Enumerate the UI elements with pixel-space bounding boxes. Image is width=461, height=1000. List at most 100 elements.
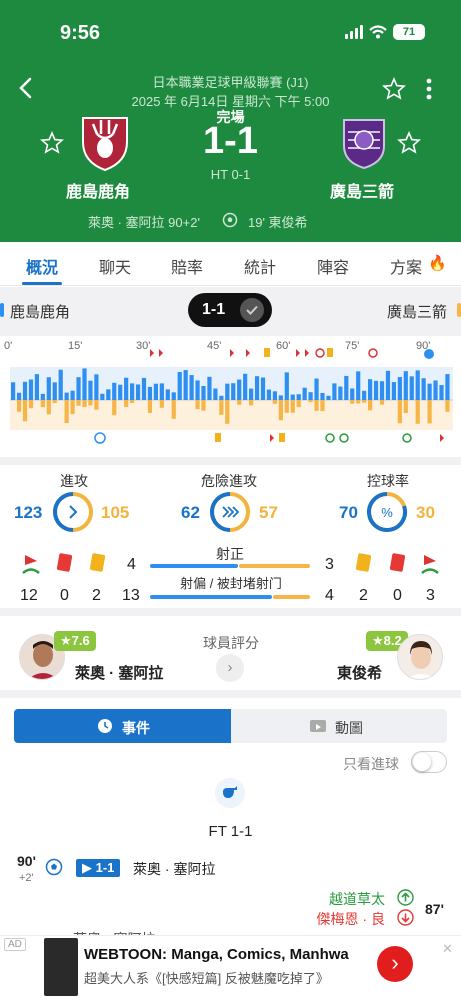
sub-out-player[interactable]: 傑梅恩 · 良	[317, 909, 385, 929]
home-player-name[interactable]: 萊奧 · 塞阿拉	[75, 662, 163, 683]
score-pill[interactable]: 1-1	[188, 293, 272, 327]
home-momentum-bar	[153, 383, 158, 400]
home-momentum-bar	[320, 392, 325, 400]
chevron-right-icon[interactable]: ›	[216, 654, 244, 682]
away-player-avatar[interactable]	[397, 634, 443, 680]
pill-score: 1-1	[202, 301, 226, 318]
home-momentum-bar	[272, 391, 277, 400]
away-momentum-bar	[171, 400, 176, 419]
home-momentum-bar	[219, 395, 224, 400]
favorite-away-star-icon[interactable]	[397, 131, 421, 155]
away-momentum-bar	[290, 400, 295, 413]
away-momentum-bar	[195, 400, 200, 410]
ad-banner[interactable]: AD WEBTOON: Manga, Comics, Manhwa 超美大人系《…	[0, 935, 461, 1000]
home-momentum-bar	[106, 389, 111, 400]
momentum-chart-area: 0' 15' 30' 45' 60' 75' 90'	[0, 336, 461, 457]
wifi-icon	[369, 25, 387, 39]
away-scorer: 19' 東俊希	[248, 215, 308, 230]
favorite-home-star-icon[interactable]	[40, 131, 64, 155]
home-momentum-bar	[52, 382, 57, 400]
events-tab[interactable]: 事件	[14, 709, 231, 743]
sub-in-player[interactable]: 越道草太	[329, 889, 385, 909]
away-team-name[interactable]: 廣島三箭	[330, 178, 394, 202]
off-target-home-bar	[150, 595, 272, 599]
home-momentum-bar	[147, 386, 153, 400]
away-event-markers	[150, 348, 434, 359]
tab-odds[interactable]: 賠率	[171, 254, 203, 278]
home-momentum-bar	[350, 388, 355, 400]
goal-minute: 90'	[17, 853, 36, 869]
ad-open-button[interactable]: ›	[377, 946, 413, 982]
corner-flag-icon	[421, 555, 439, 574]
ad-title[interactable]: WEBTOON: Manga, Comics, Manhwa	[84, 946, 349, 963]
tab-chat[interactable]: 聊天	[99, 254, 131, 278]
tab-lineup[interactable]: 陣容	[317, 254, 349, 278]
away-yellow-cards: 2	[359, 587, 368, 604]
home-red-cards: 0	[60, 587, 69, 604]
home-momentum-bar	[76, 377, 81, 400]
home-momentum-bar	[385, 370, 391, 400]
home-event-markers	[94, 432, 444, 444]
away-player-name[interactable]: 東俊希	[337, 662, 382, 683]
home-team-logo[interactable]	[75, 112, 135, 172]
home-momentum-bar	[254, 376, 260, 400]
home-momentum-bar	[22, 381, 28, 400]
only-goals-toggle[interactable]	[411, 751, 447, 773]
home-momentum-bar	[302, 387, 307, 400]
active-tab-indicator	[22, 282, 62, 285]
away-momentum-bar	[284, 400, 289, 413]
home-momentum-bar	[284, 372, 289, 400]
home-momentum-bar	[112, 382, 117, 400]
full-time-label: FT 1-1	[208, 823, 253, 840]
tab-stats[interactable]: 統計	[244, 254, 276, 278]
goal-scorer[interactable]: 萊奧 · 塞阿拉	[133, 859, 215, 879]
away-momentum-bar	[314, 400, 319, 411]
home-color-marker	[0, 303, 4, 317]
away-momentum-bar	[219, 400, 224, 415]
match-header: 9:56 71 日本職業足球甲級聯賽 (J1) 2025 年 6月14日 星期六…	[0, 0, 461, 242]
away-momentum-bar	[40, 400, 45, 408]
stat-attack-home: 123	[14, 503, 43, 522]
off-target-home: 13	[122, 587, 140, 604]
ad-thumbnail[interactable]	[44, 938, 78, 996]
ad-close-icon[interactable]: ✕	[442, 941, 453, 957]
home-momentum-bar	[379, 381, 385, 400]
away-momentum-bar	[159, 400, 164, 408]
animation-tab[interactable]: 動圖	[231, 709, 447, 743]
home-momentum-bar	[225, 383, 230, 400]
away-momentum-bar	[225, 400, 230, 424]
clock-icon	[98, 719, 112, 733]
home-momentum-bar	[308, 392, 313, 400]
away-momentum-bar	[112, 400, 117, 416]
tab-plans[interactable]: 方案	[390, 254, 422, 278]
away-momentum-bar	[70, 400, 75, 415]
home-momentum-bar	[439, 385, 444, 400]
away-momentum-bar	[379, 400, 385, 405]
home-momentum-bar	[171, 392, 176, 400]
away-momentum-bar	[22, 400, 28, 422]
home-yellow-cards: 2	[92, 587, 101, 604]
away-momentum-bar	[147, 400, 153, 413]
home-momentum-bar	[82, 368, 87, 400]
home-momentum-bar	[338, 386, 343, 400]
home-momentum-bar	[278, 395, 283, 400]
stat-possession-label: 控球率	[367, 473, 409, 489]
signal-icon	[345, 25, 363, 39]
home-momentum-bar	[368, 379, 373, 400]
ad-subtitle[interactable]: 超美大人系《[快感短篇] 反被魅魔吃掉了》	[84, 968, 329, 987]
timeline-away-team: 廣島三箭	[386, 304, 447, 321]
home-team-name[interactable]: 鹿島鹿角	[66, 178, 130, 202]
home-momentum-bar	[314, 378, 319, 400]
status-icons: 71	[345, 24, 425, 40]
match-timeline: 鹿島鹿角 1-1 廣島三箭 0' 15' 30' 45' 60' 75' 90'	[0, 287, 461, 457]
home-momentum-bar	[332, 383, 337, 400]
home-momentum-bar	[326, 395, 331, 400]
home-momentum-bar	[189, 375, 194, 400]
away-team-logo[interactable]	[334, 112, 394, 172]
tab-overview[interactable]: 概況	[26, 254, 58, 278]
home-corners: 12	[20, 587, 38, 604]
home-momentum-bar	[165, 389, 170, 400]
home-momentum-bar	[433, 380, 438, 400]
home-momentum-bar	[391, 382, 396, 400]
away-momentum-bar	[356, 400, 361, 404]
